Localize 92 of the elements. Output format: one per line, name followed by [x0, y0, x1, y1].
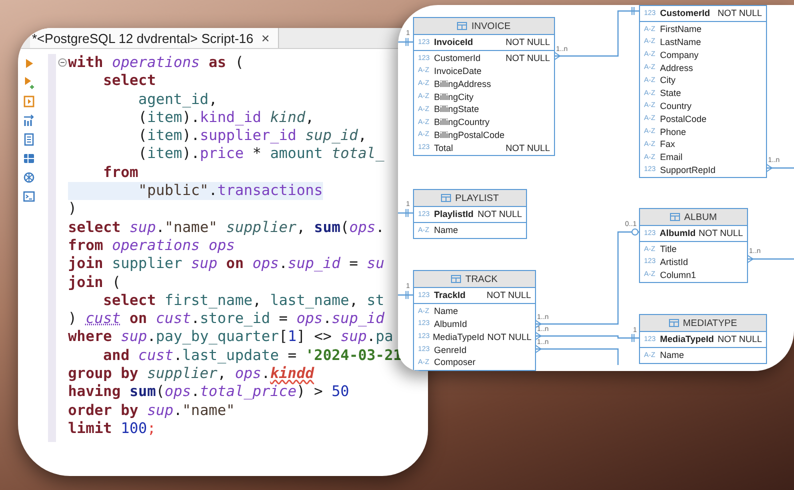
tab-title: *<PostgreSQL 12 dvdrental> Script-16 [32, 30, 254, 46]
table-icon [668, 319, 679, 327]
table-name: INVOICE [471, 20, 511, 32]
code-line: where sup.pay_by_quarter[1] <> sup.pa [68, 328, 394, 347]
column-name: BillingCountry [434, 117, 491, 128]
table-name: PLAYLIST [455, 192, 499, 204]
code-line: select first_name, last_name, st [102, 292, 384, 310]
table-name: TRACK [465, 274, 498, 284]
column-name: Name [434, 225, 460, 236]
code-line: join ( [68, 274, 121, 292]
column-name: Total [434, 142, 454, 153]
table-icon [451, 275, 462, 283]
constraint-label: NOT NULL [506, 37, 550, 48]
table-icon [457, 22, 468, 30]
column-name: Name [434, 306, 460, 316]
code-line: join supplier sup on ops.sup_id = su [68, 255, 384, 274]
constraint-label: NOT NULL [718, 8, 762, 18]
fold-icon[interactable] [58, 58, 66, 67]
column-name: BillingCity [434, 92, 475, 102]
code-line: (item).kind_id kind, [137, 108, 314, 128]
column-name: Fax [660, 139, 676, 150]
connector-line [398, 38, 413, 46]
code-line: ) cust on cust.store_id = ops.sup_id [68, 310, 384, 328]
column-name: Phone [660, 126, 688, 137]
connector-line [398, 290, 413, 300]
knot-icon[interactable] [23, 171, 35, 184]
column-name: PostalCode [660, 114, 708, 124]
table-name: ALBUM [684, 212, 717, 222]
code-line: (item).price * amount total_ [137, 145, 384, 164]
column-name: InvoiceDate [434, 66, 483, 76]
column-name: BillingPostalCode [434, 130, 506, 140]
code-line: order by sup."name" [68, 402, 235, 420]
connector-line [398, 208, 413, 218]
code-line: group by supplier, ops.kindd [68, 365, 314, 384]
code-line: (item).supplier_id sup_id, [137, 127, 367, 146]
script-icon[interactable] [23, 95, 35, 108]
column-name: ArtistId [660, 256, 690, 267]
column-name: CustomerId [434, 53, 482, 64]
column-name: Name [660, 350, 686, 360]
column-name: MediaTypeId [432, 332, 484, 342]
constraint-label: NOT NULL [487, 332, 532, 342]
column-name: CustomerId [660, 8, 712, 18]
table-icon [441, 194, 452, 202]
column-name: AlbumId [434, 318, 468, 329]
panel-icon[interactable] [23, 152, 35, 165]
explain-icon[interactable] [23, 114, 35, 127]
column-name: SupportRepId [660, 164, 717, 175]
code-line: from operations ops [68, 236, 235, 256]
column-name: LastName [660, 36, 702, 47]
editor-tab[interactable]: *<PostgreSQL 12 dvdrental> Script-16 × [30, 28, 279, 48]
constraint-label: NOT NULL [506, 53, 550, 64]
column-name: State [660, 88, 682, 98]
constraint-label: NOT NULL [718, 334, 762, 344]
play-plus-icon[interactable] [23, 76, 35, 89]
column-name: TrackId [434, 290, 467, 300]
column-name: InvoiceId [434, 37, 474, 48]
column-name: Column1 [660, 270, 698, 280]
table-icon [670, 213, 680, 221]
connector-line [766, 164, 794, 172]
column-name: BillingState [434, 104, 480, 114]
column-name: GenreId [434, 344, 468, 355]
code-line: having sum(ops.total_price) > 50 [68, 383, 350, 402]
code-line: ) [68, 200, 77, 219]
column-name: BillingAddress [434, 78, 492, 89]
play-icon[interactable] [23, 57, 35, 70]
code-line: and cust.last_update = '2024-03-21 [102, 346, 402, 366]
column-name: PlaylistId [434, 209, 475, 220]
column-name: AlbumId [660, 228, 696, 238]
column-name: Email [660, 152, 684, 162]
code-line: select [102, 72, 156, 91]
column-name: City [660, 75, 676, 86]
column-name: Composer [434, 357, 477, 368]
table-name: MEDIATYPE [682, 318, 738, 328]
terminal-icon[interactable] [23, 190, 35, 203]
code-line: limit 100; [68, 420, 156, 438]
constraint-label: NOT NULL [506, 142, 550, 153]
document-icon[interactable] [23, 133, 35, 146]
code-line: select sup."name" supplier, sum(ops. [68, 218, 384, 237]
column-name: MediaTypeId [660, 334, 715, 344]
code-line: from [102, 164, 138, 182]
constraint-label: NOT NULL [478, 209, 522, 220]
constraint-label: NOT NULL [698, 228, 743, 238]
column-name: Company [660, 50, 700, 60]
column-name: FirstName [660, 24, 703, 34]
close-button[interactable]: × [261, 30, 270, 46]
constraint-label: NOT NULL [486, 290, 531, 300]
column-name: Country [660, 100, 693, 111]
column-name: Address [660, 62, 694, 73]
connector-line [746, 254, 794, 264]
code-line: with operations as ( [68, 54, 244, 72]
column-name: Title [660, 244, 678, 254]
code-line: agent_id, [137, 90, 218, 109]
